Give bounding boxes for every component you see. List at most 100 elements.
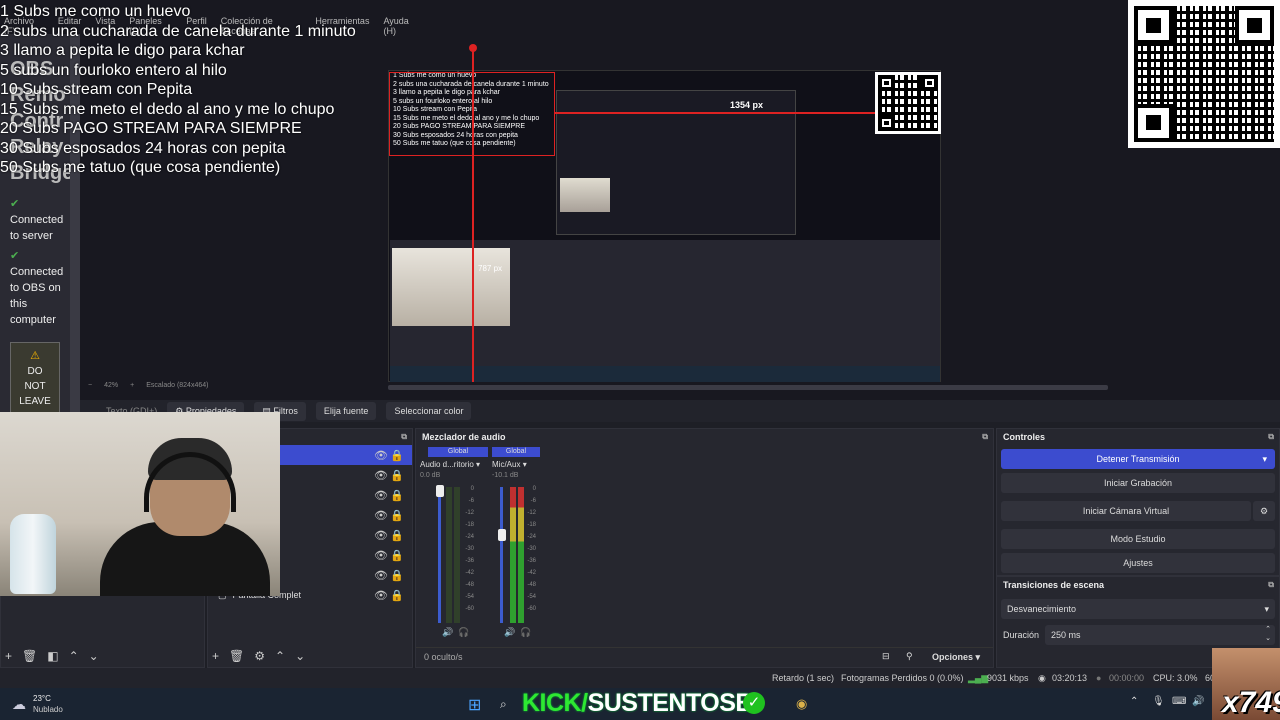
warning-icon: ⚠ [30,350,40,362]
add-icon[interactable]: + [212,649,219,663]
volume-knob[interactable] [436,485,444,497]
webcam-overlay [0,412,280,596]
controls-dock: Controles ⧉ Detener Transmisión ▾ Iniciar … [996,428,1280,576]
eye-icon[interactable]: 👁 [374,529,388,542]
select-color-button[interactable]: Seleccionar color [386,402,472,420]
gear-icon[interactable]: ⚙ [254,649,265,663]
chevron-down-icon[interactable]: ⌄ [295,649,305,663]
network-icon[interactable]: ⌨ [1172,696,1186,707]
volume-fader[interactable] [438,487,441,623]
zoom-level: 42% [104,382,119,389]
eye-icon[interactable]: 👁 [374,449,388,462]
chevron-up-icon[interactable]: ⌃ [275,649,285,663]
eye-icon[interactable]: 👁 [374,469,388,482]
app-icon[interactable]: ◉ [796,696,807,712]
duration-input[interactable]: 250 ms ⌃ ⌄ [1045,625,1275,645]
lock-icon[interactable]: 🔒 [390,469,404,482]
db-scale: 0 -6 -12 -18 -24 -30 -36 -42 -48 -54 -60 [465,486,474,612]
lock-icon[interactable]: 🔒 [390,529,404,542]
tray-chevron-icon[interactable]: ⌃ [1130,696,1138,707]
guide-handle[interactable] [469,44,477,52]
popout-icon[interactable]: ⧉ [1268,432,1274,442]
mic-icon[interactable]: 🎙 [1152,696,1165,707]
chevron-up-icon[interactable]: ⌃ [69,649,79,663]
zoom-in-button[interactable]: + [130,382,134,389]
channel-name[interactable]: Mic/Aux ▾ [492,460,552,469]
zoom-out-button[interactable]: − [88,382,92,389]
settings-button[interactable]: Ajustes [1001,553,1275,573]
volume-knob[interactable] [498,529,506,541]
lock-icon[interactable]: 🔒 [390,449,404,462]
start-recording-button[interactable]: Iniciar Grabación [1001,473,1275,493]
scaling-dropdown[interactable]: Escalado (824x464) [146,382,208,389]
size-label-vertical: 787 px [478,264,503,273]
speaker-icon[interactable]: 🔊 [504,627,515,638]
sources-footer: + 🗑 ⚙ ⌃ ⌄ [212,649,305,663]
status-server-text: Connected to server [10,214,64,242]
speaker-icon[interactable]: 🔊 [442,627,453,638]
subs-goal: 10 Subs stream con Pepita [0,81,193,98]
lock-icon[interactable]: 🔒 [390,589,404,602]
kick-channel: SUSTENTOSB [587,689,754,717]
trash-icon[interactable]: 🗑 [229,649,244,663]
signal-icon: ▂▄▆ [968,673,989,683]
trash-icon[interactable]: 🗑 [22,649,37,663]
lock-icon[interactable]: 🔒 [390,489,404,502]
filter-icon[interactable]: ◧ [47,649,58,663]
subs-goal: 30 Subs esposados 24 horas con pepita [0,139,286,157]
bitrate: 9031 kbps [987,673,1029,683]
choose-source-button[interactable]: Elija fuente [315,402,377,420]
headphones-icon[interactable]: 🎧 [458,627,469,638]
chevron-down-icon[interactable]: ⌄ [89,649,99,663]
size-label-horizontal: 1354 px [730,100,764,110]
options-label: Opciones [932,652,974,662]
preview-hscrollbar[interactable] [388,385,1108,390]
volume-icon[interactable]: 🔊 [1192,696,1204,707]
cloud-icon: ☁ [12,696,26,712]
popout-icon[interactable]: ⧉ [1268,580,1274,590]
lock-icon[interactable]: 🔒 [390,509,404,522]
chevron-down-icon: ▾ [522,460,527,469]
eye-icon[interactable]: 👁 [374,489,388,502]
vcam-settings-gear-icon[interactable]: ⚙ [1253,501,1275,521]
live-time: 03:20:13 [1052,673,1088,683]
lock-icon[interactable]: 🔒 [390,569,404,582]
preview-webcam-source[interactable] [392,248,510,326]
mixer-footer: 0 oculto/s ⊟ ⚲ Opciones ▾ [416,647,993,667]
chevron-down-icon[interactable]: ▾ [1262,449,1267,469]
check-icon: ✔ [10,250,20,262]
stop-stream-button[interactable]: Detener Transmisión ▾ [1001,449,1275,469]
hidden-count: 0 oculto/s [424,652,463,662]
layout-icon[interactable]: ⊟ [882,651,890,662]
weather-desc: Nublado [33,705,63,714]
transition-select[interactable]: Desvanecimiento ▾ [1001,599,1275,619]
search-icon[interactable]: ⌕ [500,697,507,712]
channel-db: -10.1 dB [492,472,519,479]
studio-mode-button[interactable]: Modo Estudio [1001,529,1275,549]
headphones-icon[interactable]: 🎧 [520,627,531,638]
transition-selected: Desvanecimiento [1007,604,1077,614]
channel-name[interactable]: Audio d...ritorio ▾ [420,460,490,469]
eye-icon[interactable]: 👁 [374,589,388,602]
stream-delay: Retardo (1 sec) [772,673,835,683]
mixer-channel: Global Mic/Aux ▾ -10.1 dB [492,447,552,479]
popout-icon[interactable]: ⧉ [401,432,407,442]
start-virtual-camera-button[interactable]: Iniciar Cámara Virtual [1001,501,1251,521]
lock-icon[interactable]: 🔒 [390,549,404,562]
add-icon[interactable]: + [5,649,12,663]
db-scale: 0 -6 -12 -18 -24 -30 -36 -42 -48 -54 -60 [527,486,536,612]
transitions-header: Transiciones de escena ⧉ [997,577,1279,593]
eye-icon[interactable]: 👁 [374,509,388,522]
options-button[interactable]: Opciones ▾ [932,652,980,663]
status-server: ✔ Connected to server [0,196,64,244]
popout-icon[interactable]: ⧉ [982,432,988,442]
windows-start-icon[interactable]: ⊞ [468,695,481,715]
spinner-icon[interactable]: ⌃ ⌄ [1265,625,1271,643]
eye-icon[interactable]: 👁 [374,549,388,562]
link-icon[interactable]: ⚲ [906,651,913,662]
duration-row: Duración 250 ms ⌃ ⌄ [997,623,1279,647]
eye-icon[interactable]: 👁 [374,569,388,582]
subs-goal: 3 llamo a pepita le digo para kchar [0,42,245,59]
volume-fader[interactable] [500,487,503,623]
channel-name-text: Mic/Aux [492,460,521,469]
